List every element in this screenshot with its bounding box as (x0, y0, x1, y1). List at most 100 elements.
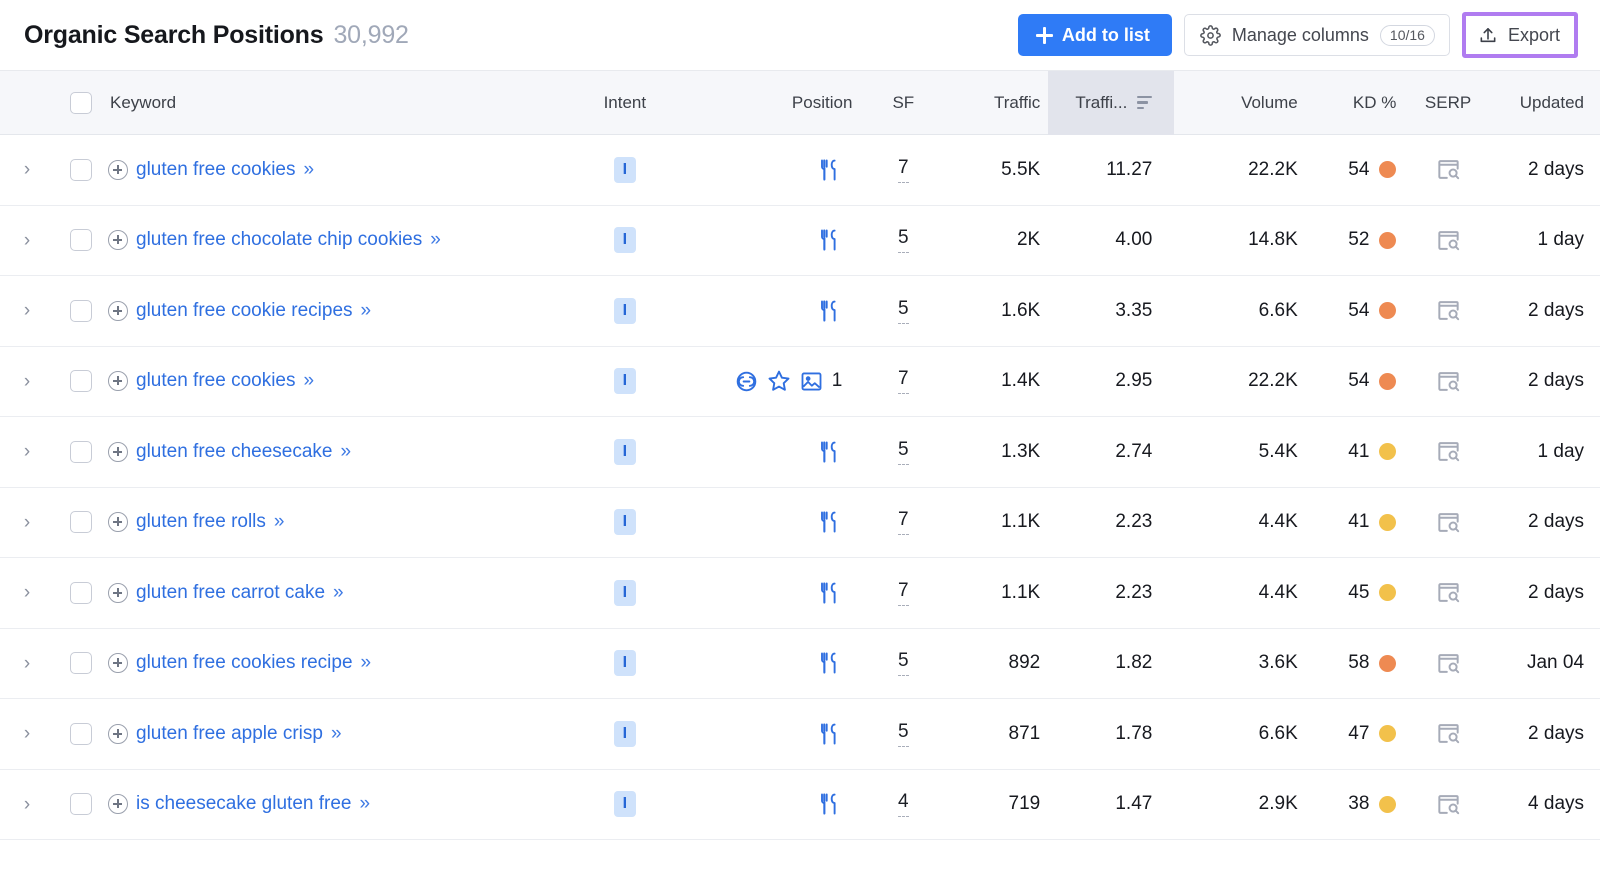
header-kd[interactable]: KD % (1306, 93, 1413, 113)
header-sf[interactable]: SF (874, 93, 932, 113)
chevron-right-icon[interactable]: › (24, 795, 30, 814)
keyword-link[interactable]: gluten free cheesecake (136, 441, 332, 463)
position-value[interactable]: 5 (898, 298, 909, 324)
position-value[interactable]: 7 (898, 368, 909, 394)
row-checkbox[interactable] (70, 652, 92, 674)
add-keyword-icon[interactable] (108, 583, 128, 603)
chevron-right-icon[interactable]: › (24, 654, 30, 673)
restaurant-icon[interactable] (818, 581, 842, 605)
restaurant-icon[interactable] (818, 228, 842, 252)
keyword-expand-arrows-icon[interactable]: » (304, 159, 313, 181)
serp-preview-icon[interactable] (1436, 580, 1461, 605)
position-value[interactable]: 5 (898, 227, 909, 253)
keyword-expand-arrows-icon[interactable]: » (274, 511, 283, 533)
keyword-expand-arrows-icon[interactable]: » (430, 229, 439, 251)
row-checkbox[interactable] (70, 300, 92, 322)
row-checkbox[interactable] (70, 370, 92, 392)
table-row[interactable]: ›gluten free cookies recipe»I58921.823.6… (0, 629, 1600, 700)
manage-columns-button[interactable]: Manage columns 10/16 (1184, 14, 1450, 56)
serp-preview-icon[interactable] (1436, 651, 1461, 676)
chevron-right-icon[interactable]: › (24, 583, 30, 602)
keyword-expand-arrows-icon[interactable]: » (340, 441, 349, 463)
select-all-checkbox[interactable] (70, 92, 92, 114)
table-row[interactable]: ›gluten free carrot cake»I71.1K2.234.4K4… (0, 558, 1600, 629)
chevron-right-icon[interactable]: › (24, 160, 30, 179)
add-to-list-button[interactable]: Add to list (1018, 14, 1172, 56)
intent-badge[interactable]: I (614, 509, 636, 535)
row-checkbox[interactable] (70, 159, 92, 181)
keyword-link[interactable]: gluten free apple crisp (136, 723, 323, 745)
serp-preview-icon[interactable] (1436, 298, 1461, 323)
restaurant-icon[interactable] (818, 792, 842, 816)
restaurant-icon[interactable] (818, 651, 842, 675)
row-checkbox[interactable] (70, 582, 92, 604)
keyword-expand-arrows-icon[interactable]: » (361, 652, 370, 674)
keyword-expand-arrows-icon[interactable]: » (359, 793, 368, 815)
chevron-right-icon[interactable]: › (24, 442, 30, 461)
restaurant-icon[interactable] (818, 440, 842, 464)
row-checkbox[interactable] (70, 793, 92, 815)
link-icon[interactable] (735, 370, 758, 393)
keyword-link[interactable]: gluten free cookies (136, 159, 296, 181)
add-keyword-icon[interactable] (108, 301, 128, 321)
restaurant-icon[interactable] (818, 158, 842, 182)
export-button[interactable]: Export (1468, 18, 1572, 52)
header-serp[interactable]: SERP (1412, 93, 1483, 113)
serp-preview-icon[interactable] (1436, 721, 1461, 746)
serp-preview-icon[interactable] (1436, 792, 1461, 817)
keyword-link[interactable]: gluten free cookie recipes (136, 300, 353, 322)
chevron-right-icon[interactable]: › (24, 513, 30, 532)
add-keyword-icon[interactable] (108, 442, 128, 462)
position-value[interactable]: 5 (898, 650, 909, 676)
keyword-link[interactable]: gluten free cookies (136, 370, 296, 392)
position-value[interactable]: 5 (898, 721, 909, 747)
keyword-link[interactable]: gluten free carrot cake (136, 582, 325, 604)
keyword-expand-arrows-icon[interactable]: » (304, 370, 313, 392)
chevron-right-icon[interactable]: › (24, 301, 30, 320)
keyword-link[interactable]: gluten free chocolate chip cookies (136, 229, 422, 251)
table-row[interactable]: ›gluten free cheesecake»I51.3K2.745.4K41… (0, 417, 1600, 488)
intent-badge[interactable]: I (614, 580, 636, 606)
table-row[interactable]: ›gluten free rolls»I71.1K2.234.4K412 day… (0, 488, 1600, 559)
image-icon[interactable] (800, 370, 823, 393)
restaurant-icon[interactable] (818, 722, 842, 746)
row-checkbox[interactable] (70, 441, 92, 463)
star-icon[interactable] (767, 369, 791, 393)
restaurant-icon[interactable] (818, 299, 842, 323)
row-checkbox[interactable] (70, 723, 92, 745)
add-keyword-icon[interactable] (108, 230, 128, 250)
position-value[interactable]: 7 (898, 157, 909, 183)
serp-preview-icon[interactable] (1436, 510, 1461, 535)
keyword-link[interactable]: is cheesecake gluten free (136, 793, 351, 815)
header-traffic-percent[interactable]: Traffi... (1048, 71, 1174, 135)
keyword-link[interactable]: gluten free cookies recipe (136, 652, 353, 674)
position-value[interactable]: 5 (898, 439, 909, 465)
position-value[interactable]: 7 (898, 509, 909, 535)
sort-descending-icon[interactable] (1137, 96, 1152, 110)
chevron-right-icon[interactable]: › (24, 372, 30, 391)
header-volume[interactable]: Volume (1174, 93, 1305, 113)
intent-badge[interactable]: I (614, 439, 636, 465)
position-value[interactable]: 7 (898, 580, 909, 606)
header-traffic[interactable]: Traffic (932, 93, 1048, 113)
keyword-expand-arrows-icon[interactable]: » (333, 582, 342, 604)
intent-badge[interactable]: I (614, 791, 636, 817)
intent-badge[interactable]: I (614, 721, 636, 747)
keyword-expand-arrows-icon[interactable]: » (331, 723, 340, 745)
table-row[interactable]: ›gluten free cookies»I171.4K2.9522.2K542… (0, 347, 1600, 418)
header-intent[interactable]: Intent (579, 93, 672, 113)
table-row[interactable]: ›gluten free cookies»I75.5K11.2722.2K542… (0, 135, 1600, 206)
intent-badge[interactable]: I (614, 298, 636, 324)
add-keyword-icon[interactable] (108, 724, 128, 744)
table-row[interactable]: ›gluten free apple crisp»I58711.786.6K47… (0, 699, 1600, 770)
add-keyword-icon[interactable] (108, 794, 128, 814)
serp-preview-icon[interactable] (1436, 157, 1461, 182)
chevron-right-icon[interactable]: › (24, 231, 30, 250)
keyword-link[interactable]: gluten free rolls (136, 511, 266, 533)
table-row[interactable]: ›is cheesecake gluten free»I47191.472.9K… (0, 770, 1600, 841)
header-position[interactable]: Position (671, 93, 874, 113)
serp-preview-icon[interactable] (1436, 439, 1461, 464)
table-row[interactable]: ›gluten free cookie recipes»I51.6K3.356.… (0, 276, 1600, 347)
intent-badge[interactable]: I (614, 368, 636, 394)
add-keyword-icon[interactable] (108, 653, 128, 673)
